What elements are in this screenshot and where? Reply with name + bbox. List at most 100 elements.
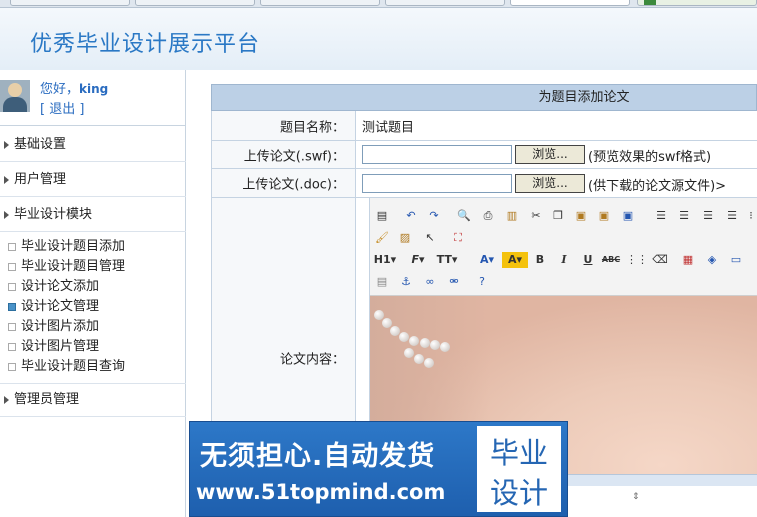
ad-logo-line1: 毕业	[489, 436, 548, 470]
sidebar-item-thesis-manage[interactable]: 设计论文管理	[8, 298, 99, 316]
site-header: 优秀毕业设计展示平台	[0, 8, 757, 70]
anchor-icon[interactable]: ⚓	[398, 274, 414, 290]
divider	[0, 196, 186, 197]
ad-logo-line2: 设计	[489, 476, 548, 510]
pearl-icon	[440, 342, 450, 352]
heading-dropdown[interactable]: H1▾	[372, 252, 398, 268]
swf-file-input[interactable]	[362, 145, 512, 164]
eraser-icon[interactable]: ⌫	[652, 252, 668, 268]
bold-button[interactable]: B	[532, 252, 548, 268]
pearl-icon	[430, 340, 440, 350]
format-brush-icon[interactable]: 🖌	[374, 230, 390, 246]
sidebar-item-thesis-add[interactable]: 设计论文添加	[8, 278, 99, 296]
divider	[0, 416, 186, 417]
swf-browse-button[interactable]: 浏览...	[515, 145, 585, 164]
sidebar-item-topic-add[interactable]: 毕业设计题目添加	[8, 238, 125, 256]
font-size-dropdown[interactable]: TT▾	[434, 252, 460, 268]
highlight-color-dropdown[interactable]: A▾	[502, 252, 528, 268]
browser-tab-strip	[0, 0, 757, 8]
greeting-text: 您好，	[40, 82, 80, 97]
form-title: 为题目添加论文	[211, 84, 757, 111]
flash-icon[interactable]: ◈	[704, 252, 720, 268]
doc-browse-button[interactable]: 浏览...	[515, 174, 585, 193]
pearl-icon	[399, 332, 409, 342]
sidebar: 您好，king [ 退出 ] 基础设置 用户管理 毕业设计模块 毕业设计题目添加…	[0, 70, 186, 517]
sidebar-item-topic-query[interactable]: 毕业设计题目查询	[8, 358, 125, 376]
browser-tab[interactable]	[10, 0, 130, 6]
redo-icon[interactable]: ↷	[426, 208, 442, 224]
doc-hint: (供下载的论文源文件)>	[588, 179, 727, 194]
content-label: 论文内容：	[279, 352, 345, 367]
strikethrough-button[interactable]: ABC	[600, 252, 622, 268]
form-row-topic: 题目名称： 测试题目	[211, 111, 757, 141]
sidebar-item-topic-manage[interactable]: 毕业设计题目管理	[8, 258, 125, 276]
form-label: 上传论文(.swf)：	[212, 141, 356, 168]
list-icon[interactable]: ⁝	[746, 208, 756, 224]
paste-text-icon[interactable]: ▣	[596, 208, 612, 224]
pearl-icon	[420, 338, 430, 348]
form-label: 上传论文(.doc)：	[212, 169, 356, 197]
browser-tab[interactable]	[135, 0, 255, 6]
ad-logo-box: 毕业 设计	[477, 426, 561, 512]
browser-tab-active[interactable]	[510, 0, 630, 6]
template-icon[interactable]: ▥	[504, 208, 520, 224]
italic-button[interactable]: I	[556, 252, 572, 268]
resize-handle-icon[interactable]: ⇕	[632, 492, 646, 502]
preview-icon[interactable]: 🔍	[456, 208, 472, 224]
image-icon[interactable]: ▦	[680, 252, 696, 268]
ad-url: www.51topmind.com	[196, 480, 446, 504]
undo-icon[interactable]: ↶	[403, 208, 419, 224]
doc-label: 上传论文(.doc)：	[242, 177, 345, 193]
logout-link[interactable]: [ 退出 ]	[40, 98, 84, 117]
font-dropdown-label: F	[411, 253, 419, 266]
tab-favicon-icon	[644, 0, 656, 5]
align-justify-icon[interactable]: ☰	[724, 208, 740, 224]
source-icon[interactable]: ▤	[374, 208, 390, 224]
media-icon[interactable]: ▭	[728, 252, 744, 268]
browser-tab[interactable]	[637, 0, 757, 6]
page-break-icon[interactable]: ▤	[374, 274, 390, 290]
table-icon[interactable]: ⋮⋮	[626, 252, 648, 268]
sidebar-section-admin-management[interactable]: 管理员管理	[0, 386, 186, 414]
avatar-head-icon	[8, 83, 22, 97]
align-right-icon[interactable]: ☰	[700, 208, 716, 224]
copy-icon[interactable]: ❐	[550, 208, 566, 224]
underline-button[interactable]: U	[580, 252, 596, 268]
paste-word-icon[interactable]: ▣	[620, 208, 636, 224]
paste-icon[interactable]: ▣	[573, 208, 589, 224]
site-title: 优秀毕业设计展示平台	[30, 32, 261, 57]
fullscreen-icon[interactable]: ⛶	[450, 230, 466, 246]
topic-value: 测试题目	[362, 120, 415, 135]
sidebar-item-image-manage[interactable]: 设计图片管理	[8, 338, 99, 356]
browser-tab[interactable]	[260, 0, 380, 6]
font-family-dropdown[interactable]: F▾	[405, 252, 431, 268]
doc-file-input[interactable]	[362, 174, 512, 193]
ad-banner[interactable]: 无须担心.自动发货 www.51topmind.com 毕业 设计	[189, 421, 568, 517]
unlink-icon[interactable]: ⚮	[446, 274, 462, 290]
pearl-icon	[404, 348, 414, 358]
topic-label: 题目名称：	[279, 120, 345, 135]
user-name: king	[79, 82, 109, 96]
sidebar-item-image-add[interactable]: 设计图片添加	[8, 318, 99, 336]
sidebar-section-user-management[interactable]: 用户管理	[0, 166, 186, 194]
browser-tab[interactable]	[385, 0, 505, 6]
avatar-body-icon	[3, 97, 27, 112]
sidebar-section-graduation-design[interactable]: 毕业设计模块	[0, 201, 186, 229]
divider	[0, 161, 186, 162]
pearl-icon	[409, 336, 419, 346]
about-icon[interactable]: ?	[474, 274, 490, 290]
clear-format-icon[interactable]: ▨	[397, 230, 413, 246]
align-left-icon[interactable]: ☰	[653, 208, 669, 224]
font-color-dropdown[interactable]: A▾	[474, 252, 500, 268]
align-center-icon[interactable]: ☰	[676, 208, 692, 224]
select-all-icon[interactable]: ↖	[422, 230, 438, 246]
print-icon[interactable]: ⎙	[480, 208, 496, 224]
divider	[0, 383, 186, 384]
heading-dropdown-label: H1	[373, 253, 391, 266]
link-icon[interactable]: ∞	[422, 274, 438, 290]
editor-toolbar: ▤ ↶ ↷ 🔍 ⎙ ▥ ✂ ❐ ▣ ▣ ▣ ☰ ☰ ☰ ☰ ⁝ 🖌 ▨ ↖ ⛶ …	[370, 198, 757, 296]
sidebar-section-basic-settings[interactable]: 基础设置	[0, 131, 186, 159]
cut-icon[interactable]: ✂	[528, 208, 544, 224]
divider	[0, 231, 186, 232]
size-dropdown-label: TT	[436, 253, 452, 266]
